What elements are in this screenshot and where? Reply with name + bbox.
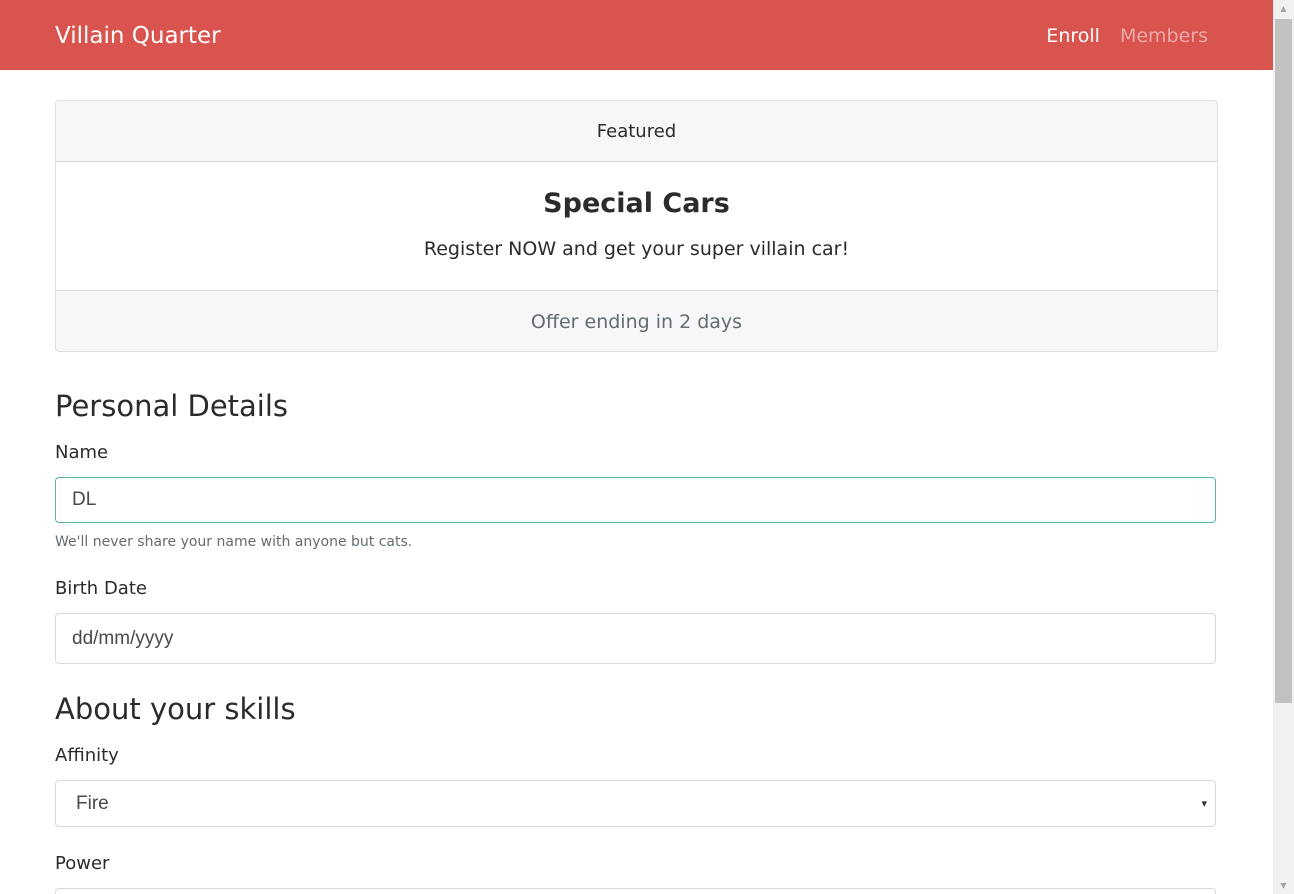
- scroll-down-icon[interactable]: ▼: [1273, 877, 1294, 894]
- brand-link[interactable]: Villain Quarter: [55, 20, 221, 52]
- about-skills-heading: About your skills: [55, 692, 296, 726]
- card-body: Special Cars Register NOW and get your s…: [56, 162, 1217, 290]
- card-text: Register NOW and get your super villain …: [423, 238, 850, 260]
- affinity-selected-value: Fire: [76, 793, 109, 814]
- card-title: Special Cars: [543, 188, 730, 219]
- card-footer: Offer ending in 2 days: [56, 290, 1217, 351]
- name-label: Name: [55, 442, 109, 463]
- personal-details-heading: Personal Details: [55, 389, 289, 423]
- card-header: Featured: [56, 101, 1217, 162]
- birth-date-label: Birth Date: [55, 578, 147, 599]
- navbar: Villain Quarter Enroll Members: [0, 0, 1273, 70]
- featured-card: Featured Special Cars Register NOW and g…: [55, 100, 1218, 352]
- page: Villain Quarter Enroll Members Featured …: [0, 0, 1273, 894]
- scroll-up-icon[interactable]: ▲: [1273, 0, 1294, 17]
- chevron-down-icon: ▾: [1201, 798, 1207, 810]
- birth-date-input[interactable]: [55, 613, 1216, 664]
- affinity-label: Affinity: [55, 745, 119, 766]
- affinity-select[interactable]: Fire ▾: [55, 780, 1216, 827]
- name-help-text: We'll never share your name with anyone …: [55, 534, 413, 550]
- browser-viewport: Villain Quarter Enroll Members Featured …: [0, 0, 1294, 894]
- scrollbar-thumb[interactable]: [1275, 19, 1292, 703]
- nav-links: Enroll Members: [1046, 20, 1208, 52]
- power-label: Power: [55, 853, 110, 874]
- name-input[interactable]: [55, 477, 1216, 523]
- nav-link-enroll[interactable]: Enroll: [1046, 20, 1100, 52]
- power-select[interactable]: [55, 888, 1216, 894]
- vertical-scrollbar[interactable]: ▲ ▼: [1273, 0, 1294, 894]
- nav-link-members[interactable]: Members: [1120, 20, 1208, 52]
